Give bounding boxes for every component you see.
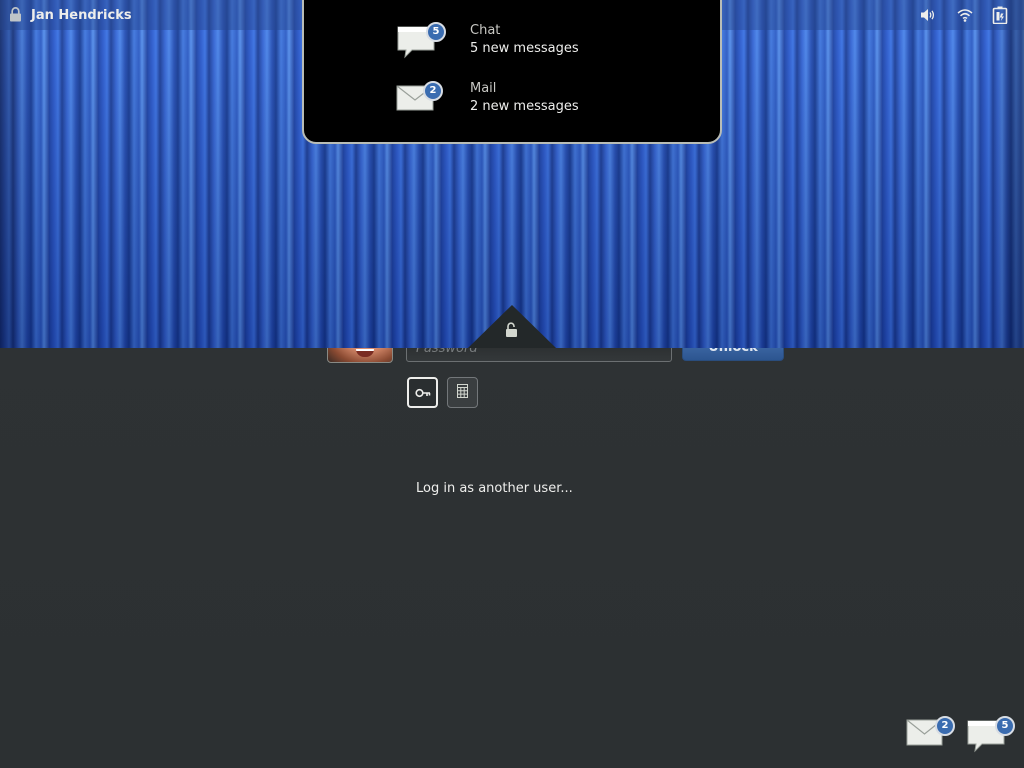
pin-auth-button[interactable]: [447, 377, 478, 408]
lock-icon: [9, 7, 22, 22]
mail-count-badge: 2: [423, 81, 443, 101]
notification-mail-summary: 2 new messages: [470, 99, 579, 114]
keypad-icon: [457, 383, 468, 402]
tray-chat-item[interactable]: 5: [966, 716, 1018, 754]
unlocked-padlock-icon: [504, 321, 519, 339]
key-icon: [414, 383, 431, 402]
notification-chat-summary: 5 new messages: [470, 41, 579, 56]
notification-chat[interactable]: 5 Chat 5 new messages: [304, 20, 724, 70]
password-auth-button[interactable]: [407, 377, 438, 408]
notification-mail[interactable]: 2 Mail 2 new messages: [304, 80, 724, 130]
tray-mail-count-badge: 2: [935, 716, 955, 736]
log-in-as-another-user-link[interactable]: Log in as another user...: [416, 481, 573, 496]
notification-popup: 5 Chat 5 new messages 2 Mail 2 new messa…: [302, 0, 722, 144]
chat-count-badge: 5: [426, 22, 446, 42]
volume-icon[interactable]: [920, 8, 936, 22]
tray-chat-count-badge: 5: [995, 716, 1015, 736]
notification-chat-title: Chat: [470, 23, 501, 38]
battery-icon[interactable]: [992, 6, 1008, 24]
notification-mail-title: Mail: [470, 81, 497, 96]
user-name: Jan Hendricks: [31, 8, 132, 23]
wifi-icon[interactable]: [957, 8, 973, 22]
tray-mail-item[interactable]: 2: [906, 716, 955, 748]
